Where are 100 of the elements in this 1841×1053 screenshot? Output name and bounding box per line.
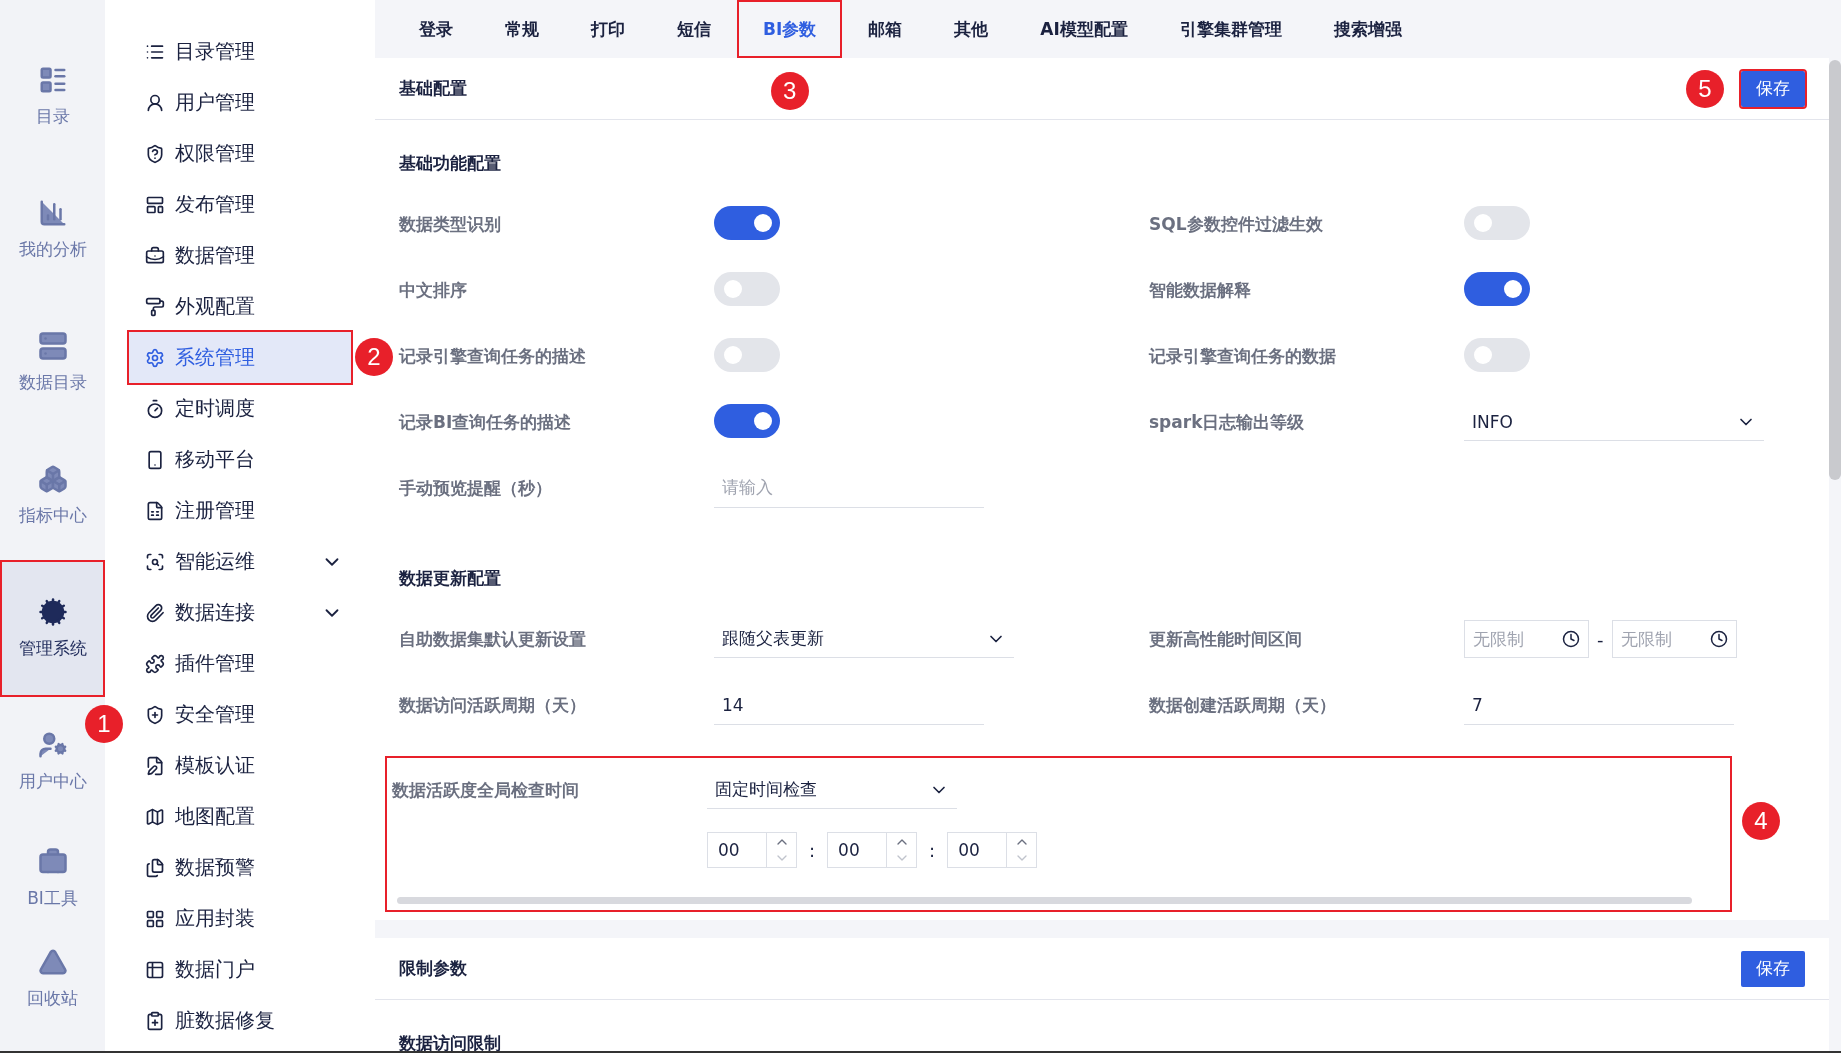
- tab[interactable]: 邮箱: [842, 0, 929, 58]
- select-field[interactable]: INFO: [1464, 403, 1764, 441]
- phone-icon: [145, 449, 165, 470]
- paperclip-icon: [145, 602, 165, 623]
- clipboard-icon: [145, 1010, 165, 1031]
- menu-item[interactable]: 模板认证: [129, 740, 351, 791]
- field-label: 数据创建活跃周期（天）: [1149, 693, 1337, 717]
- menu-item[interactable]: 外观配置: [129, 281, 351, 332]
- section-title: 数据更新配置: [398, 567, 502, 590]
- field-label: 数据类型识别: [399, 212, 502, 236]
- toggle-switch[interactable]: [714, 403, 780, 438]
- tab[interactable]: 短信: [651, 0, 737, 58]
- toggle-switch[interactable]: [1464, 337, 1530, 372]
- time-spinner[interactable]: 00: [947, 832, 1038, 868]
- field-label: 智能数据解释: [1149, 278, 1252, 302]
- field-label: 记录引擎查询任务的描述: [399, 344, 587, 368]
- menu-item[interactable]: 脏数据修复: [129, 995, 351, 1046]
- input-field[interactable]: 14: [714, 685, 984, 725]
- tab[interactable]: 打印: [565, 0, 651, 58]
- clock-icon: [1562, 630, 1580, 648]
- field-label: 自助数据集默认更新设置: [399, 627, 587, 651]
- paint-roller-icon: [145, 296, 165, 317]
- tab[interactable]: BI参数: [737, 0, 843, 58]
- menu-item[interactable]: 系统管理: [129, 332, 351, 383]
- server-icon: [37, 331, 68, 361]
- card-title: 限制参数: [399, 957, 467, 980]
- time-separator: :: [929, 839, 936, 861]
- rail-item[interactable]: 数据目录: [2, 296, 103, 429]
- field-label: SQL参数控件过滤生效: [1149, 212, 1324, 236]
- select-field[interactable]: 跟随父表更新: [714, 620, 1014, 658]
- map-icon: [145, 806, 165, 827]
- menu-item[interactable]: 数据门户: [129, 944, 351, 995]
- field-label: 更新高性能时间区间: [1149, 627, 1303, 651]
- save-button[interactable]: 保存: [1741, 950, 1805, 987]
- select-field[interactable]: 固定时间检查: [707, 771, 957, 809]
- puzzle-icon: [145, 653, 165, 674]
- shield-icon: [145, 143, 165, 164]
- field-label: 记录BI查询任务的描述: [399, 410, 573, 434]
- grid-icon: [145, 908, 165, 929]
- field-label: 手动预览提醒（秒）: [399, 476, 553, 500]
- timer-icon: [145, 398, 165, 419]
- scrollbar[interactable]: [1829, 60, 1841, 480]
- menu-item[interactable]: 智能运维: [129, 536, 351, 587]
- menu-item[interactable]: 地图配置: [129, 791, 351, 842]
- menu-item[interactable]: 权限管理: [129, 128, 351, 179]
- menu-item[interactable]: 移动平台: [129, 434, 351, 485]
- document-pen-icon: [145, 755, 165, 776]
- menu-item[interactable]: 数据预警: [129, 842, 351, 893]
- cubes-icon: [37, 464, 68, 494]
- time-spinner[interactable]: 00: [707, 832, 797, 868]
- menu-item[interactable]: 用户管理: [129, 77, 351, 128]
- rail-item[interactable]: 回收站: [2, 928, 103, 1028]
- toggle-switch[interactable]: [714, 205, 780, 240]
- toggle-switch[interactable]: [1464, 205, 1530, 240]
- files-icon: [145, 857, 165, 878]
- layout-icon: [145, 194, 165, 215]
- menu-item[interactable]: 安全管理: [129, 689, 351, 740]
- tab[interactable]: 搜索增强: [1307, 0, 1428, 58]
- menu-item[interactable]: 数据连接: [129, 587, 351, 638]
- menu-item[interactable]: 定时调度: [129, 383, 351, 434]
- menu-item[interactable]: 注册管理: [129, 485, 351, 536]
- callout-badge: 5: [1686, 69, 1724, 108]
- tab[interactable]: AI模型配置: [1014, 0, 1154, 58]
- toggle-switch[interactable]: [714, 271, 780, 306]
- menu-item[interactable]: 应用封装: [129, 893, 351, 944]
- time-spinner[interactable]: 00: [827, 832, 918, 868]
- card-title: 基础配置: [399, 77, 467, 100]
- section-title: 数据访问限制: [398, 1032, 502, 1051]
- field-label: 数据访问活跃周期（天）: [399, 693, 587, 717]
- shield-plus-icon: [145, 704, 165, 725]
- field-label: 记录引擎查询任务的数据: [1149, 344, 1337, 368]
- range-separator: -: [1597, 628, 1604, 650]
- rail-item[interactable]: 目录: [2, 30, 103, 163]
- menu-item[interactable]: 目录管理: [129, 26, 351, 77]
- tab[interactable]: 其他: [928, 0, 1015, 58]
- tab[interactable]: 引擎集群管理: [1153, 0, 1308, 58]
- input-field[interactable]: 7: [1464, 685, 1734, 725]
- menu-item[interactable]: 数据管理: [129, 230, 351, 281]
- menu-item[interactable]: 发布管理: [129, 179, 351, 230]
- user-icon: [37, 730, 68, 760]
- toggle-switch[interactable]: [1464, 271, 1530, 306]
- toggle-switch[interactable]: [714, 337, 780, 372]
- menu-item[interactable]: 插件管理: [129, 638, 351, 689]
- scrollbar[interactable]: [397, 897, 1692, 904]
- rail-item[interactable]: 管理系统: [2, 562, 103, 695]
- section-title: 基础功能配置: [398, 152, 502, 175]
- scan-icon: [145, 551, 165, 572]
- form-icon: [145, 500, 165, 521]
- save-button[interactable]: 保存: [1741, 70, 1805, 107]
- tab[interactable]: 常规: [479, 0, 565, 58]
- table-icon: [145, 959, 165, 980]
- callout-badge: 2: [355, 338, 393, 376]
- rail-item[interactable]: 我的分析: [2, 163, 103, 296]
- rail-item[interactable]: 指标中心: [2, 429, 103, 562]
- clock-icon: [1709, 630, 1728, 648]
- user-icon: [145, 92, 165, 113]
- briefcase-icon: [145, 245, 165, 266]
- rail-item[interactable]: BI工具: [2, 828, 103, 928]
- time-separator: :: [809, 839, 816, 861]
- tab[interactable]: 登录: [393, 0, 479, 58]
